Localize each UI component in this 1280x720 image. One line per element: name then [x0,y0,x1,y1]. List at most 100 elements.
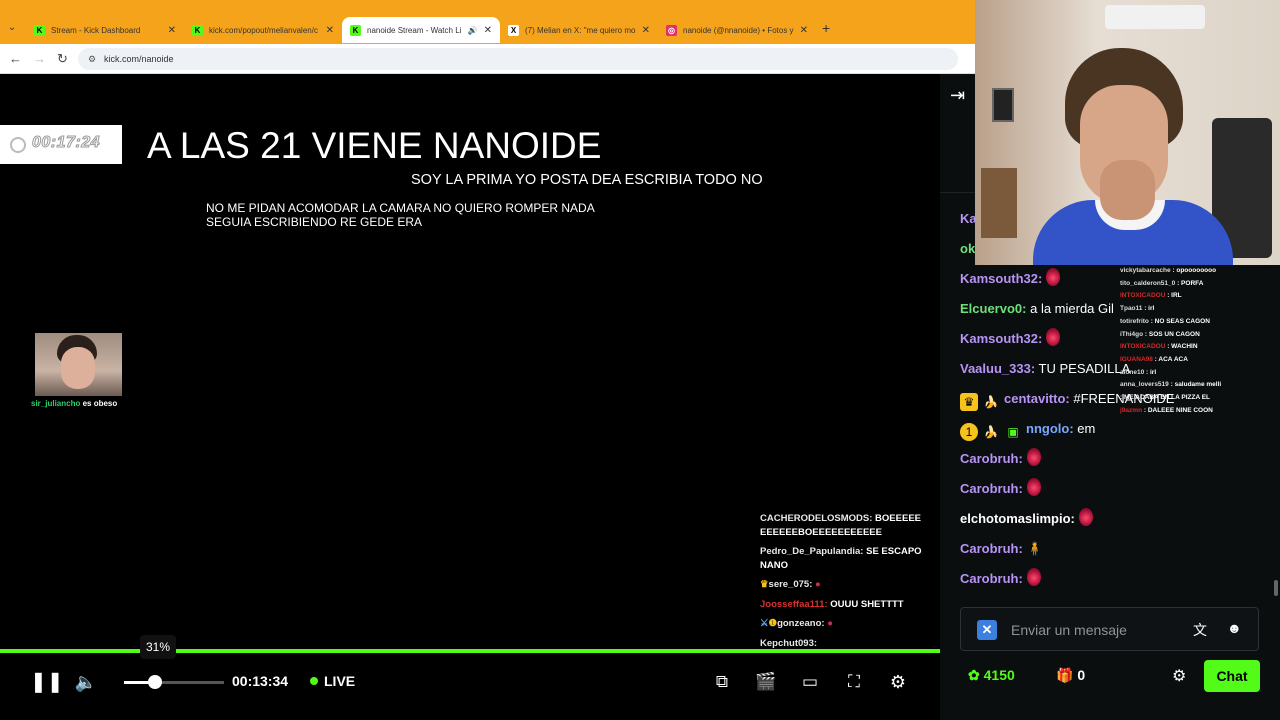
banana-badge-icon: 🍌 [983,425,999,439]
kick-emote-icon[interactable]: ✕ [977,620,997,640]
overlay-chat-row: tito_calderon51_0 : PORFA [1120,279,1204,287]
fullscreen-icon[interactable]: ⛶ [842,671,866,693]
x-favicon-icon: X [508,24,519,36]
overlay-headline: A LAS 21 VIENE NANOIDE [147,125,602,166]
overlay-chat-row: Pedro_De_Papulandia: SE ESCAPO NANO [760,546,922,571]
emote-icon: ● [812,579,821,590]
chat-input-box[interactable]: ✕ 文 ☻ [960,607,1259,651]
instagram-favicon-icon: ◎ [666,24,677,36]
overlay-note-line: NO ME PIDAN ACOMODAR LA CAMARA NO QUIERO… [206,201,595,215]
tab-search-icon[interactable]: ⌄ [4,20,20,36]
webcam-image [975,0,1280,265]
overlay-note-line: SEGUIA ESCRIBIENDO RE GEDE ERA [206,215,423,229]
theater-mode-icon[interactable]: ▭ [798,671,822,693]
chat-scrollbar[interactable] [1274,580,1278,596]
miniplayer-icon[interactable]: ⧉ [710,671,734,693]
timer-value: 00:17:24 [31,134,101,152]
mini-cam-user: sir_juliancho [31,399,81,408]
emote-icon: ● [824,618,833,629]
volume-slider[interactable] [124,681,224,684]
close-tab-icon[interactable]: ✕ [484,25,492,36]
clip-icon[interactable]: 🎬 [754,671,778,693]
address-bar[interactable]: ⚙ kick.com/nanoide [78,48,958,70]
chat-settings-icon[interactable]: ⚙ [1172,666,1186,686]
chat-message: Carobruh: [960,564,1270,594]
overlay-chat-row: anna_lovers519 : saludame melli [1120,381,1222,389]
close-tab-icon[interactable]: ✕ [168,25,176,36]
tab-kick-dashboard[interactable]: K Stream - Kick Dashboard ✕ [26,17,184,43]
emote-icon [1026,448,1041,466]
overlay-chat-row: ♛sere_075: ● [760,579,821,590]
kick-favicon-icon: K [34,24,45,36]
banana-badge-icon: 🍌 [983,395,999,409]
tab-nanoide-stream[interactable]: K nanoide Stream - Watch Li 🔊 ✕ [342,17,500,43]
close-tab-icon[interactable]: ✕ [800,25,808,36]
overlay-chat-row: ⚔❶gonzeano: ● [760,618,833,629]
browser-tabbar: ⌄ K Stream - Kick Dashboard ✕ K kick.com… [0,0,975,44]
tab-instagram-nanoide[interactable]: ◎ nanoide (@nnanoide) • Fotos y ✕ [658,17,816,43]
browser-navbar: ← → ↻ ⚙ kick.com/nanoide [0,44,975,74]
mini-cam-caption: sir_juliancho es obeso [31,399,117,408]
live-dot-icon [310,677,318,685]
clock-icon [10,137,26,153]
tab-label: nanoide (@nnanoide) • Fotos y [683,25,794,35]
translate-icon[interactable]: 文 [1193,620,1207,640]
emote-icon [1026,478,1041,496]
overlay-chat-row: vickytabarcache : opoooooooo [1120,267,1217,274]
tab-x-melian[interactable]: X (7) Melian en X: "me quiero mo ✕ [500,17,658,43]
sword-icon: ⚔ [760,618,769,629]
overlay-chat-row: Kepchut093: [760,637,818,649]
subscriber-badge-icon: 1 [960,423,978,441]
chat-message: Carobruh: 🧍 [960,541,1043,556]
tab-label: (7) Melian en X: "me quiero mo [525,25,636,35]
tab-label: nanoide Stream - Watch Li [367,25,462,35]
overlay-chat-row: CACHERODELOSMODS: BOEEEEE EEEEEEBOEEEEEE… [760,513,921,538]
forward-icon[interactable]: → [33,51,46,66]
volume-icon[interactable]: 🔈 [74,671,98,693]
points-icon: ✿ [968,667,984,683]
gift-count[interactable]: 🎁 0 [1056,667,1085,684]
kick-favicon-icon: K [192,24,203,36]
tab-label: kick.com/popout/melianvalen/c [209,25,318,35]
overlay-chat-row: j9azmn : DALEEE NINE COON [1120,406,1213,414]
mini-cam-text: es obeso [80,399,118,408]
overlay-chat-row: INTOXICADOU : WACHIN [1120,343,1198,351]
overlay-subtitle: SOY LA PRIMA YO POSTA DEA ESCRIBIA TODO … [411,172,763,188]
close-tab-icon[interactable]: ✕ [326,25,334,36]
speaker-icon[interactable]: 🔊 [468,26,478,35]
kick-favicon-icon: K [350,24,361,36]
overlay-chat-row: iThi4go : SOS UN CAGON [1120,330,1200,338]
emote-icon [1046,328,1061,346]
new-tab-icon[interactable]: + [822,20,830,36]
overlay-chat-row: IGUANA98 : ACA ACA [1120,355,1188,363]
emote-icon [1026,568,1041,586]
volume-tooltip: 31% [140,635,176,659]
close-tab-icon[interactable]: ✕ [642,25,650,36]
stream-overlay-chat: CACHERODELOSMODS: BOEEEEE EEEEEEBOEEEEEE… [760,512,940,656]
reload-icon[interactable]: ↻ [57,51,68,67]
crown-badge-icon: ♛ [960,393,978,411]
emote-icon [1078,508,1093,526]
pause-button[interactable]: ❚❚ [30,671,64,693]
mini-cam-image [35,333,122,396]
screen: ⌄ K Stream - Kick Dashboard ✕ K kick.com… [0,0,1280,720]
collapse-chat-icon[interactable]: ⇥ [950,85,965,106]
chat-message: Carobruh: [960,474,1270,504]
emoji-icon[interactable]: ☻ [1227,620,1242,636]
sub-badge-icon: ❶ [768,618,778,629]
settings-gear-icon[interactable]: ⚙ [886,671,910,693]
webcam-overlay-chat: vickytabarcache : opoooooooo tito_calder… [1120,265,1280,417]
gift-icon: 🎁 [1056,667,1078,683]
chat-send-button[interactable]: Chat [1204,660,1260,692]
back-icon[interactable]: ← [9,51,22,66]
chat-message-input[interactable] [1011,618,1181,642]
overlay-chat-row: Tpao11 : irl [1120,305,1155,313]
player-controls: ❚❚ 🔈 31% 00:13:34 LIVE ⧉ 🎬 ▭ ⛶ ⚙ [0,635,940,720]
gift-badge-icon: ▣ [1007,425,1019,439]
chat-message: Carobruh: [960,444,1270,474]
volume-handle[interactable] [148,675,162,689]
channel-points[interactable]: ✿ 4150 [968,667,1015,684]
site-info-icon[interactable]: ⚙ [88,48,96,70]
tab-kick-popout[interactable]: K kick.com/popout/melianvalen/c ✕ [184,17,342,43]
live-indicator[interactable]: LIVE [310,673,355,689]
